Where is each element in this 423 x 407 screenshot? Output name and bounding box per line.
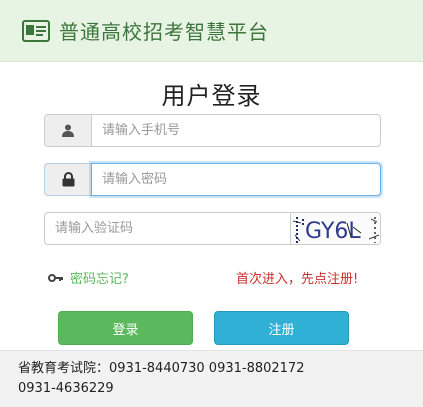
captcha-row: GY6L (44, 212, 381, 245)
register-prompt-link[interactable]: 首次进入，先点注册! (236, 268, 358, 287)
contact-line-1: 省教育考试院：0931-8440730 0931-8802172 (18, 361, 305, 376)
password-input-group (44, 163, 381, 196)
register-button[interactable]: 注册 (214, 311, 349, 345)
id-card-icon (22, 19, 50, 42)
phone-input[interactable] (91, 114, 381, 147)
key-icon (48, 273, 63, 282)
captcha-text: GY6L (305, 219, 361, 244)
password-input[interactable] (91, 163, 381, 196)
login-title: 用户登录 (161, 82, 262, 110)
captcha-input[interactable] (44, 212, 291, 245)
forgot-password-link[interactable]: 密码忘记? (48, 268, 129, 287)
captcha-image[interactable]: GY6L (291, 212, 381, 245)
contact-line-2: 0931-4636229 (18, 381, 114, 396)
footer-contact: 省教育考试院：0931-8440730 0931-8802172 0931-46… (0, 350, 423, 407)
app-header: 普通高校招考智慧平台 (0, 0, 423, 62)
login-button[interactable]: 登录 (58, 311, 193, 345)
phone-input-group (44, 114, 381, 147)
lock-icon (44, 163, 91, 196)
forgot-password-label: 密码忘记? (70, 272, 129, 287)
app-title: 普通高校招考智慧平台 (59, 20, 269, 44)
user-icon (44, 114, 91, 147)
